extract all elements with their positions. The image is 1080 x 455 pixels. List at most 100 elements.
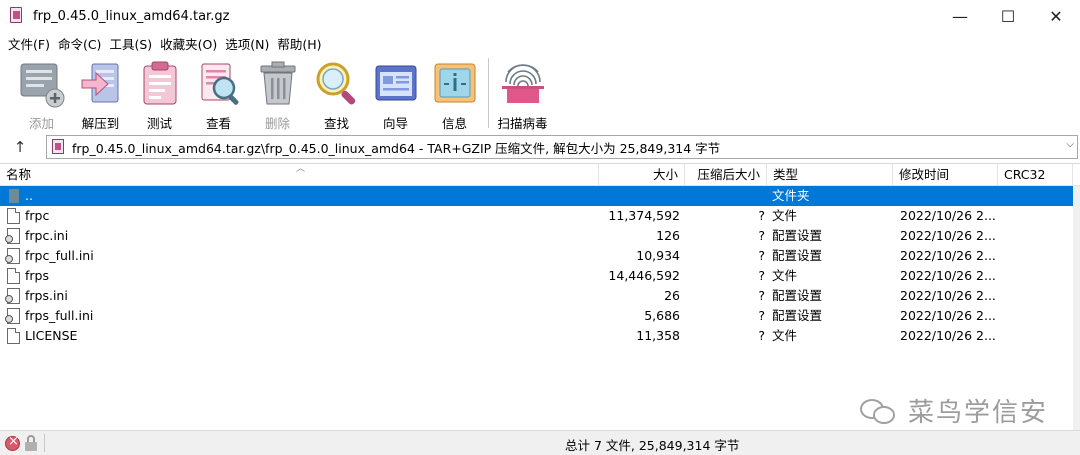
delete-button[interactable]: 删除 bbox=[248, 55, 307, 131]
file-modified: 2022/10/26 2... bbox=[900, 228, 996, 243]
watermark-text: 菜鸟学信安 bbox=[908, 398, 1049, 428]
file-modified: 2022/10/26 2... bbox=[900, 248, 996, 263]
file-modified: 2022/10/26 2... bbox=[900, 328, 996, 343]
info-label: 信息 bbox=[441, 116, 467, 131]
table-row[interactable]: LICENSE 11,358 ? 文件 2022/10/26 2... bbox=[0, 326, 1080, 346]
find-label: 查找 bbox=[323, 116, 349, 131]
column-name[interactable]: 名称 bbox=[0, 164, 599, 186]
column-packed[interactable]: 压缩后大小 bbox=[685, 164, 767, 186]
chevron-down-icon[interactable]: ⌵ bbox=[1066, 139, 1074, 150]
file-type: 配置设置 bbox=[772, 248, 823, 263]
menu-favorites[interactable]: 收藏夹(O) bbox=[156, 34, 221, 53]
virus-scan-label: 扫描病毒 bbox=[497, 116, 548, 131]
up-folder-button[interactable]: ↑ bbox=[0, 135, 40, 159]
vertical-scrollbar[interactable] bbox=[1073, 186, 1080, 430]
file-packed-size: ? bbox=[758, 228, 765, 243]
config-file-icon bbox=[5, 288, 20, 304]
file-name: frpc bbox=[25, 208, 50, 223]
file-packed-size: ? bbox=[758, 288, 765, 303]
file-icon bbox=[7, 328, 20, 344]
address-bar[interactable]: frp_0.45.0_linux_amd64.tar.gz\frp_0.45.0… bbox=[46, 135, 1078, 159]
file-type: 文件 bbox=[772, 328, 798, 343]
file-name: frps bbox=[25, 268, 49, 283]
table-row[interactable]: frps_full.ini 5,686 ? 配置设置 2022/10/26 2.… bbox=[0, 306, 1080, 326]
config-file-icon bbox=[5, 248, 20, 264]
file-packed-size: ? bbox=[758, 248, 765, 263]
column-size[interactable]: 大小 bbox=[599, 164, 685, 186]
find-magnifier-icon bbox=[312, 58, 362, 110]
column-crc[interactable]: CRC32 bbox=[998, 164, 1073, 186]
lock-icon[interactable] bbox=[25, 435, 37, 451]
file-type: 文件 bbox=[772, 268, 798, 283]
view-button[interactable]: 查看 bbox=[189, 55, 248, 131]
extract-to-button[interactable]: 解压到 bbox=[71, 55, 130, 131]
close-button[interactable]: ✕ bbox=[1032, 0, 1080, 32]
file-name: frpc.ini bbox=[25, 228, 69, 243]
info-icon bbox=[430, 58, 480, 110]
wizard-button[interactable]: 向导 bbox=[366, 55, 425, 131]
column-header: ︿ 名称 大小 压缩后大小 类型 修改时间 CRC32 bbox=[0, 164, 1080, 186]
config-file-icon bbox=[5, 228, 20, 244]
file-icon bbox=[7, 268, 20, 284]
extract-to-icon bbox=[76, 58, 126, 110]
window-title: frp_0.45.0_linux_amd64.tar.gz bbox=[33, 8, 230, 24]
info-button[interactable]: 信息 bbox=[425, 55, 484, 131]
file-list: ︿ 名称 大小 压缩后大小 类型 修改时间 CRC32 .. 文件夹 frpc … bbox=[0, 163, 1080, 430]
file-type: 配置设置 bbox=[772, 308, 823, 323]
test-button[interactable]: 测试 bbox=[130, 55, 189, 131]
menu-help[interactable]: 帮助(H) bbox=[273, 34, 325, 53]
add-label: 添加 bbox=[28, 116, 54, 131]
archive-icon bbox=[52, 139, 66, 155]
file-icon bbox=[7, 208, 20, 224]
column-modified[interactable]: 修改时间 bbox=[893, 164, 998, 186]
file-size: 14,446,592 bbox=[608, 268, 680, 283]
file-packed-size: ? bbox=[758, 328, 765, 343]
add-button[interactable]: 添加 bbox=[12, 55, 71, 131]
file-type: 文件 bbox=[772, 208, 798, 223]
menu-file[interactable]: 文件(F) bbox=[4, 34, 54, 53]
file-type: 配置设置 bbox=[772, 288, 823, 303]
add-archive-icon bbox=[17, 58, 67, 110]
file-name: frps_full.ini bbox=[25, 308, 94, 323]
file-size: 10,934 bbox=[636, 248, 680, 263]
toolbar: 添加 解压到 测试 查看 删除 查找 向导 信息 扫描病毒 bbox=[0, 55, 1080, 133]
table-row[interactable]: frpc.ini 126 ? 配置设置 2022/10/26 2... bbox=[0, 226, 1080, 246]
minimize-button[interactable]: — bbox=[936, 0, 984, 32]
delete-trash-icon bbox=[253, 58, 303, 110]
menu-options[interactable]: 选项(N) bbox=[221, 34, 273, 53]
file-packed-size: ? bbox=[758, 268, 765, 283]
virus-scan-button[interactable]: 扫描病毒 bbox=[493, 55, 552, 131]
table-row[interactable]: frps.ini 26 ? 配置设置 2022/10/26 2... bbox=[0, 286, 1080, 306]
view-magnifier-icon bbox=[194, 58, 244, 110]
file-size: 11,358 bbox=[636, 328, 680, 343]
file-packed-size: ? bbox=[758, 208, 765, 223]
virus-scan-icon bbox=[498, 58, 548, 110]
menu-tools[interactable]: 工具(S) bbox=[105, 34, 156, 53]
watermark: 菜鸟学信安 bbox=[860, 392, 1048, 429]
menu-commands[interactable]: 命令(C) bbox=[54, 34, 105, 53]
file-size: 26 bbox=[664, 288, 680, 303]
view-label: 查看 bbox=[205, 116, 231, 131]
file-rows: .. 文件夹 frpc 11,374,592 ? 文件 2022/10/26 2… bbox=[0, 186, 1080, 346]
wizard-label: 向导 bbox=[382, 116, 408, 131]
winrar-app-icon[interactable] bbox=[9, 7, 25, 25]
column-type[interactable]: 类型 bbox=[767, 164, 893, 186]
maximize-button[interactable]: ☐ bbox=[984, 0, 1032, 32]
title-bar: frp_0.45.0_linux_amd64.tar.gz — ☐ ✕ bbox=[0, 0, 1080, 32]
find-button[interactable]: 查找 bbox=[307, 55, 366, 131]
file-name: frpc_full.ini bbox=[25, 248, 94, 263]
file-size: 5,686 bbox=[644, 308, 680, 323]
test-label: 测试 bbox=[146, 116, 172, 131]
parent-folder-icon bbox=[9, 189, 19, 203]
file-type: 文件夹 bbox=[772, 188, 810, 203]
config-file-icon bbox=[5, 308, 20, 324]
delete-label: 删除 bbox=[264, 116, 290, 131]
table-row[interactable]: .. 文件夹 bbox=[0, 186, 1080, 206]
file-name: .. bbox=[25, 188, 33, 203]
table-row[interactable]: frpc 11,374,592 ? 文件 2022/10/26 2... bbox=[0, 206, 1080, 226]
file-size: 126 bbox=[656, 228, 680, 243]
table-row[interactable]: frps 14,446,592 ? 文件 2022/10/26 2... bbox=[0, 266, 1080, 286]
error-status-icon[interactable] bbox=[5, 434, 20, 451]
table-row[interactable]: frpc_full.ini 10,934 ? 配置设置 2022/10/26 2… bbox=[0, 246, 1080, 266]
file-size: 11,374,592 bbox=[608, 208, 680, 223]
